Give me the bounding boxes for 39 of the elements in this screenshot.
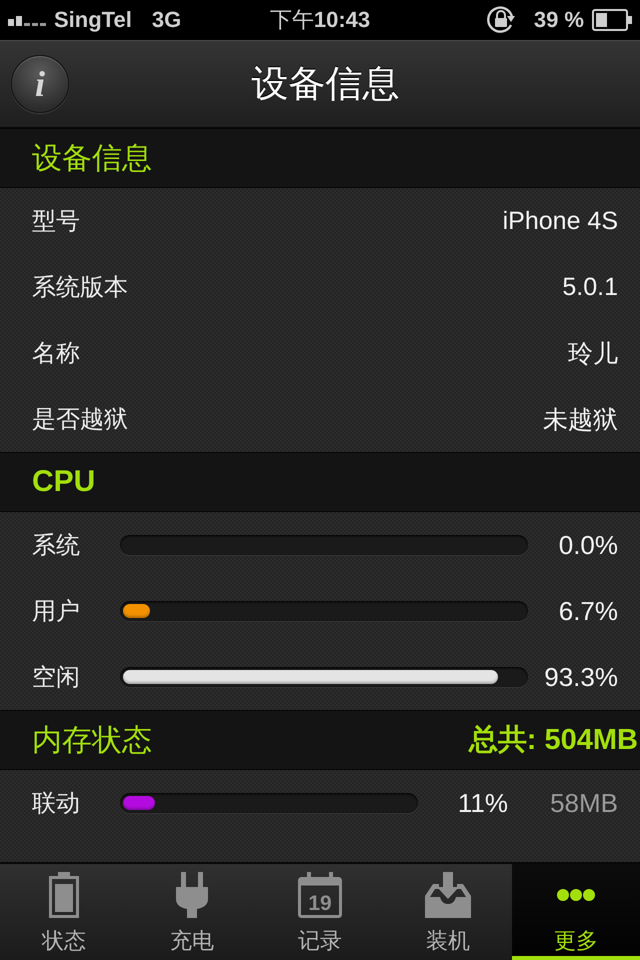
section-title: 设备信息: [32, 140, 152, 176]
inbox-download-icon: [425, 872, 471, 918]
info-label: 系统版本: [32, 273, 128, 303]
info-value: 未越狱: [543, 404, 618, 436]
memory-size: 58MB: [549, 788, 618, 818]
cpu-percentage: 93.3%: [543, 662, 618, 692]
memory-label: 联动: [32, 789, 81, 819]
cpu-label: 空闲: [32, 663, 81, 693]
info-value: iPhone 4S: [502, 206, 618, 236]
rotation-lock-icon: [486, 5, 516, 35]
memory-percentage: 11%: [456, 788, 508, 818]
battery-icon: [49, 872, 79, 918]
more-icon: [556, 888, 596, 902]
info-value: 玲儿: [568, 338, 618, 370]
info-button[interactable]: i: [11, 55, 69, 113]
network-type: 3G: [152, 7, 182, 33]
info-value: 5.0.1: [562, 272, 618, 302]
carrier-name: SingTel: [54, 7, 132, 33]
battery-icon: [592, 9, 632, 31]
tab-bar-item[interactable]: 装机: [384, 864, 512, 960]
cpu-percentage: 6.7%: [558, 596, 618, 626]
section-title: 内存状态: [32, 722, 152, 758]
tab-bar-item[interactable]: 状态: [0, 864, 128, 960]
info-label: 名称: [32, 339, 80, 369]
tab-bar-item[interactable]: 19 记录: [256, 864, 384, 960]
cpu-percentage: 0.0%: [558, 530, 618, 560]
info-label: 型号: [32, 207, 80, 237]
memory-total: 总共: 504MB: [468, 723, 638, 758]
clock-time: 下午10:43: [270, 6, 370, 34]
page-title: 设备信息: [250, 62, 400, 106]
signal-icon: [8, 14, 48, 26]
tab-bar-item[interactable]: 充电: [128, 864, 256, 960]
plug-icon: [175, 872, 209, 918]
info-label: 是否越狱: [32, 405, 128, 435]
battery-percentage: 39 %: [534, 7, 584, 33]
cpu-label: 系统: [32, 531, 81, 561]
cpu-label: 用户: [32, 597, 81, 627]
section-title: CPU: [32, 465, 96, 499]
tab-bar-item[interactable]: 更多: [512, 864, 640, 960]
